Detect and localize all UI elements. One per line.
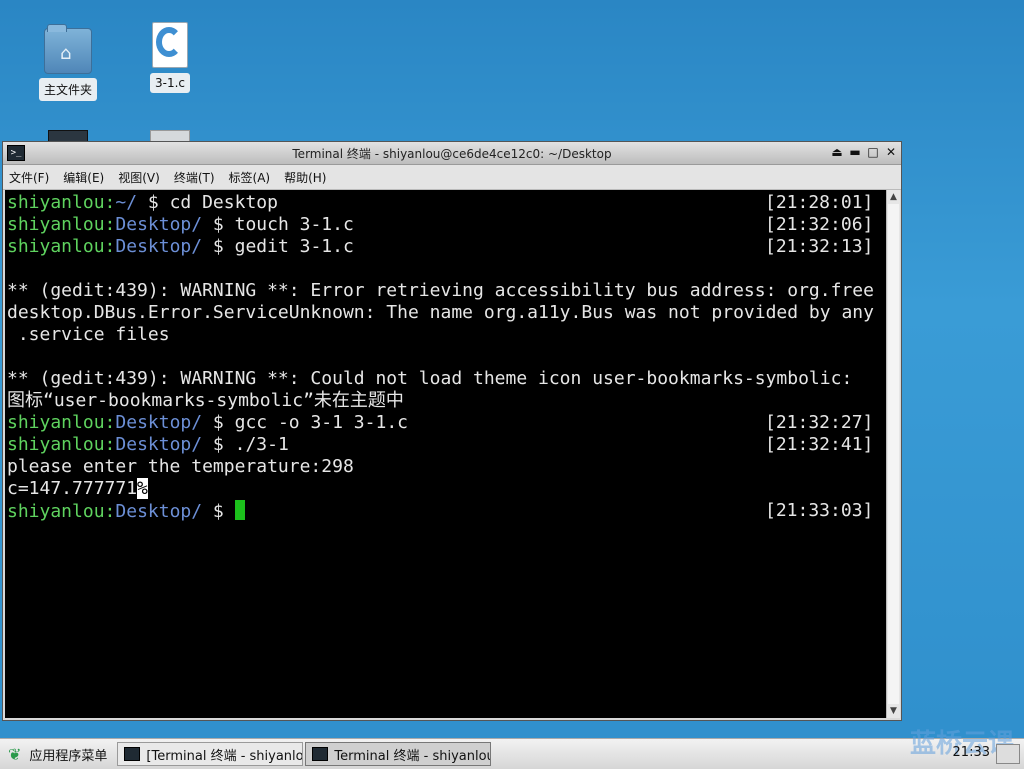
desktop-icon-label: 3-1.c (149, 73, 190, 93)
timestamp: [21:32:13] (765, 236, 874, 257)
folder-icon: ⌂ (44, 24, 92, 74)
c-source-file-icon (152, 22, 188, 68)
task-label: Terminal 终端 - shiyanlou@… (334, 748, 490, 764)
timestamp: [21:32:27] (765, 412, 874, 433)
prompt-path: Desktop/ (115, 214, 203, 235)
terminal-line: shiyanlou:Desktop/ $ gcc -o 3-1 3-1.c [21… (7, 412, 887, 434)
scroll-up-arrow-icon[interactable]: ▲ (887, 190, 900, 204)
maximize-button[interactable]: □ (865, 144, 881, 160)
prompt-user: shiyanlou (7, 192, 105, 213)
taskbar-task-terminal-1[interactable]: [Terminal 终端 - shiyanlou@… (117, 742, 304, 766)
terminal-line: ** (gedit:439): WARNING **: Could not lo… (7, 368, 887, 390)
timestamp: [21:28:01] (765, 192, 874, 213)
terminal-line: 图标“user-bookmarks-symbolic”未在主题中 (7, 390, 887, 412)
timestamp: [21:33:03] (765, 500, 874, 521)
command-text: $ (202, 501, 235, 522)
output-text: please enter the temperature:298 (7, 456, 354, 477)
prompt-path: Desktop/ (115, 501, 203, 522)
desktop-icon-home-folder[interactable]: ⌂ 主文件夹 (33, 24, 103, 101)
terminal-line: shiyanlou:Desktop/ $ gedit 3-1.c [21:32:1… (7, 236, 887, 258)
command-text: $ gedit 3-1.c (202, 236, 354, 257)
output-text: desktop.DBus.Error.ServiceUnknown: The n… (7, 302, 874, 323)
taskbar-task-terminal-2[interactable]: Terminal 终端 - shiyanlou@… (305, 742, 492, 766)
scroll-down-arrow-icon[interactable]: ▼ (887, 704, 900, 718)
prompt-path: Desktop/ (115, 412, 203, 433)
clock[interactable]: 21:33 (953, 745, 990, 760)
output-text: 图标“user-bookmarks-symbolic”未在主题中 (7, 390, 404, 411)
terminal-line: ** (gedit:439): WARNING **: Error retrie… (7, 280, 887, 302)
command-text: $ ./3-1 (202, 434, 289, 455)
prompt-path: Desktop/ (115, 434, 203, 455)
menu-tabs[interactable]: 标签(A) (229, 169, 271, 186)
prompt-separator: : (104, 192, 116, 213)
highlighted-char: % (137, 478, 148, 499)
terminal-icon (124, 747, 141, 761)
desktop-icon-label: 主文件夹 (38, 78, 97, 101)
notification-tray-icon[interactable] (996, 744, 1020, 764)
prompt-user: shiyanlou (7, 501, 105, 522)
command-text: $ gcc -o 3-1 3-1.c (202, 412, 408, 433)
text-cursor (234, 500, 245, 520)
prompt-user: shiyanlou (7, 412, 105, 433)
prompt-separator: : (104, 501, 116, 522)
prompt-separator: : (104, 214, 116, 235)
terminal-icon (312, 747, 329, 761)
terminal-line: shiyanlou:Desktop/ $ touch 3-1.c [21:32:0… (7, 214, 887, 236)
prompt-user: shiyanlou (7, 236, 105, 257)
taskbar: ❦ 应用程序菜单 [Terminal 终端 - shiyanlou@… Term… (0, 729, 1024, 769)
terminal-line: shiyanlou:Desktop/ $ [21:33:03] (7, 500, 887, 522)
menu-file[interactable]: 文件(F) (9, 169, 49, 186)
menu-terminal[interactable]: 终端(T) (174, 169, 215, 186)
prompt-separator: : (104, 434, 116, 455)
shade-button[interactable]: ⏏ (829, 144, 845, 160)
prompt-path: ~/ (115, 192, 138, 213)
scrollbar-track[interactable] (888, 204, 899, 704)
timestamp: [21:32:06] (765, 214, 874, 235)
terminal-line: c=147.777771% (7, 478, 887, 500)
terminal-line: please enter the temperature:298 (7, 456, 887, 478)
applications-menu-label: 应用程序菜单 (29, 748, 108, 764)
close-button[interactable]: ✕ (883, 144, 899, 160)
terminal-line: desktop.DBus.Error.ServiceUnknown: The n… (7, 302, 887, 324)
terminal-line: .service files (7, 324, 887, 346)
terminal-icon[interactable]: >_ (7, 145, 25, 161)
terminal-window: >_ Terminal 终端 - shiyanlou@ce6de4ce12c0:… (2, 141, 902, 721)
scrollbar[interactable]: ▲ ▼ (886, 190, 900, 718)
command-text: $ touch 3-1.c (202, 214, 354, 235)
applications-menu-button[interactable]: ❦ 应用程序菜单 (0, 739, 117, 769)
output-text: ** (gedit:439): WARNING **: Could not lo… (7, 368, 853, 389)
app-menu-logo-icon: ❦ (8, 744, 22, 764)
window-titlebar[interactable]: >_ Terminal 终端 - shiyanlou@ce6de4ce12c0:… (3, 142, 901, 165)
output-text: c=147.777771 (7, 478, 138, 499)
prompt-separator: : (104, 236, 116, 257)
minimize-button[interactable]: ▬ (847, 144, 863, 160)
menu-edit[interactable]: 编辑(E) (63, 169, 104, 186)
command-text: $ cd Desktop (137, 192, 278, 213)
task-label: [Terminal 终端 - shiyanlou@… (146, 748, 304, 764)
terminal-output[interactable]: shiyanlou:~/ $ cd Desktop [21:28:01] shiya… (5, 190, 887, 718)
terminal-line: shiyanlou:~/ $ cd Desktop [21:28:01] (7, 192, 887, 214)
output-text: ** (gedit:439): WARNING **: Error retrie… (7, 280, 874, 301)
timestamp: [21:32:41] (765, 434, 874, 455)
menu-view[interactable]: 视图(V) (118, 169, 160, 186)
prompt-separator: : (104, 412, 116, 433)
menu-bar: 文件(F) 编辑(E) 视图(V) 终端(T) 标签(A) 帮助(H) (3, 165, 901, 190)
menu-help[interactable]: 帮助(H) (284, 169, 326, 186)
desktop-icon-c-file[interactable]: 3-1.c (135, 22, 205, 93)
prompt-path: Desktop/ (115, 236, 203, 257)
window-title: Terminal 终端 - shiyanlou@ce6de4ce12c0: ~/… (292, 146, 612, 161)
output-text: .service files (7, 324, 170, 345)
prompt-user: shiyanlou (7, 434, 105, 455)
terminal-line: shiyanlou:Desktop/ $ ./3-1 [21:32:41] (7, 434, 887, 456)
prompt-user: shiyanlou (7, 214, 105, 235)
